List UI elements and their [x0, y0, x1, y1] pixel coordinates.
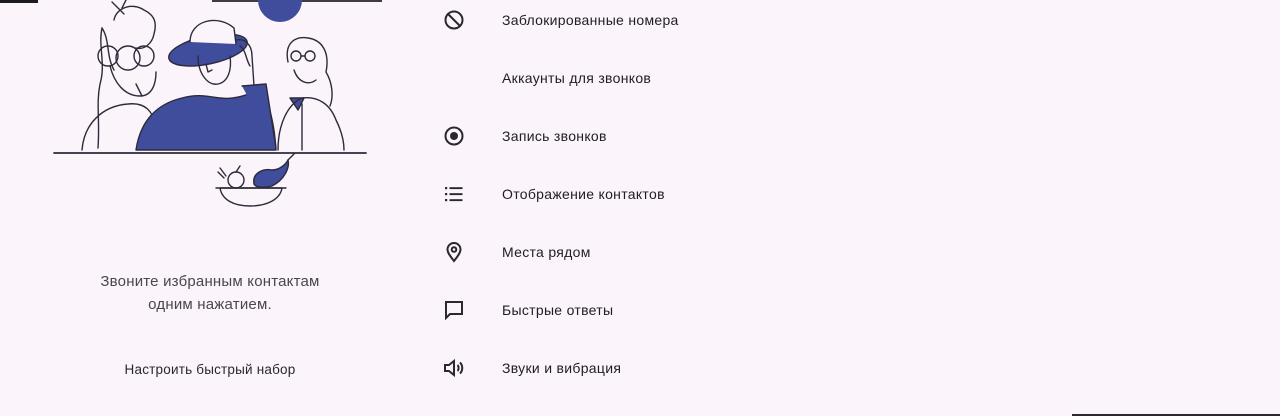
- favorites-empty-message: Звоните избранным контактам одним нажати…: [100, 273, 320, 313]
- settings-item-label: Отображение контактов: [502, 186, 665, 202]
- block-icon: [420, 0, 490, 40]
- chat-bubble-icon: [420, 290, 490, 330]
- settings-item-call-recording[interactable]: Запись звонков: [420, 116, 940, 156]
- settings-item-label: Аккаунты для звонков: [502, 70, 652, 86]
- settings-item-calling-accounts[interactable]: Аккаунты для звонков: [420, 58, 940, 98]
- settings-item-contact-display[interactable]: Отображение контактов: [420, 174, 940, 214]
- settings-item-label: Заблокированные номера: [502, 12, 679, 28]
- setup-speed-dial-link[interactable]: Настроить быстрый набор: [90, 362, 330, 377]
- settings-item-label: Быстрые ответы: [502, 302, 614, 318]
- settings-item-label: Запись звонков: [502, 128, 607, 144]
- volume-icon: [420, 348, 490, 388]
- settings-item-sounds-vibration[interactable]: Звуки и вибрация: [420, 348, 940, 388]
- location-pin-icon: [420, 232, 490, 272]
- record-icon: [420, 116, 490, 156]
- people-at-table-illustration: [40, 0, 380, 215]
- settings-item-label: Звуки и вибрация: [502, 360, 622, 376]
- settings-item-quick-responses[interactable]: Быстрые ответы: [420, 290, 940, 330]
- settings-item-blocked-numbers[interactable]: Заблокированные номера: [420, 0, 940, 40]
- favorites-empty-state: Звоните избранным контактам одним нажати…: [0, 0, 420, 416]
- settings-item-nearby-places[interactable]: Места рядом: [420, 232, 940, 272]
- list-icon: [420, 174, 490, 214]
- settings-item-label: Места рядом: [502, 244, 591, 260]
